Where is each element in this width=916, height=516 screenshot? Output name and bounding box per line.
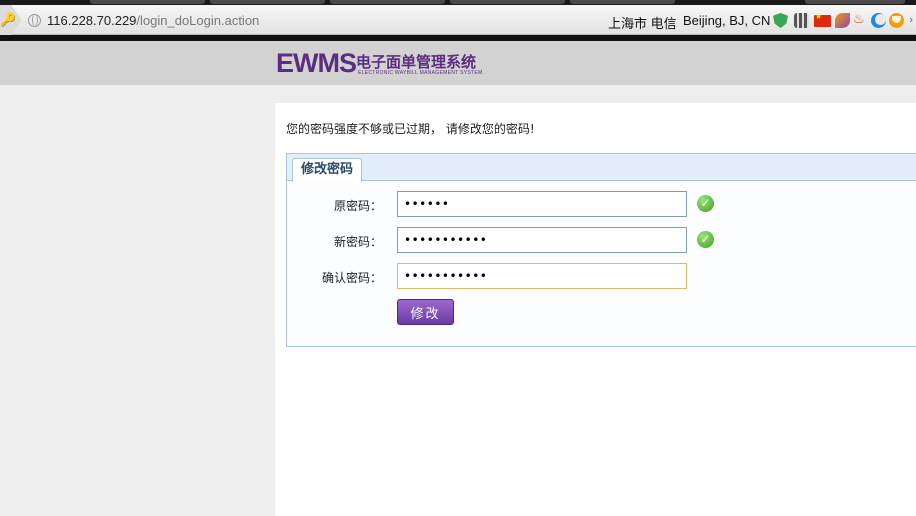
browser-tab[interactable] [450, 0, 565, 4]
site-header: EWMS 电子面单管理系统 ELECTRONIC WAYBILL MANAGEM… [0, 41, 916, 85]
flag-icon[interactable] [814, 12, 831, 27]
tab-change-password[interactable]: 修改密码 [292, 158, 363, 182]
brush-icon[interactable] [835, 13, 850, 28]
confirm-password-field[interactable] [397, 263, 687, 289]
key-icon: 🔑 [0, 13, 17, 28]
java-icon[interactable]: ♨ [853, 13, 868, 28]
confirm-password-label: 确认密码： [321, 271, 382, 285]
new-password-label: 新密码： [333, 235, 382, 249]
url-path: /login_doLogin.action [136, 13, 260, 28]
browser-tab[interactable] [90, 0, 205, 4]
check-icon: ✓ [697, 195, 714, 212]
url-host: 116.228.70.229 [47, 13, 137, 28]
fox-icon[interactable] [889, 13, 904, 28]
logo-mark: EWMS [276, 48, 357, 78]
logo-chinese-title: 电子面单管理系统 [356, 53, 477, 71]
change-password-panel: 修改密码 原密码： ✓ 新密码： ✓ 确认密码： 修改 [286, 153, 916, 347]
qr-icon[interactable] [794, 13, 809, 28]
browser-tab[interactable] [805, 0, 905, 4]
old-password-field[interactable] [397, 191, 687, 217]
old-password-label: 原密码： [333, 199, 382, 213]
browser-tab[interactable] [210, 0, 325, 4]
check-icon: ✓ [697, 231, 714, 248]
address-bar[interactable]: 🔑 116.228.70.229/login_doLogin.action 上海… [0, 5, 916, 35]
location-isp: 上海市 电信 [608, 16, 677, 31]
more-icon[interactable]: › [909, 13, 916, 28]
url-text[interactable]: 116.228.70.229/login_doLogin.action [47, 13, 259, 28]
location-geo: Beijing, BJ, CN [683, 13, 771, 28]
logo-english-title: ELECTRONIC WAYBILL MANAGEMENT SYSTEM [358, 70, 483, 76]
new-password-field[interactable] [397, 227, 687, 253]
browser-tab[interactable] [570, 0, 675, 4]
submit-button[interactable]: 修改 [397, 299, 454, 325]
shield-icon[interactable] [773, 13, 788, 28]
left-column [0, 85, 275, 516]
browser-tab[interactable] [330, 0, 445, 4]
password-expired-notice: 您的密码强度不够或已过期， 请修改您的密码! [286, 122, 535, 136]
moon-icon[interactable] [871, 13, 886, 28]
panel-header: 修改密码 [287, 154, 916, 182]
main-content: 您的密码强度不够或已过期， 请修改您的密码! 修改密码 原密码： ✓ 新密码： … [275, 103, 916, 516]
globe-icon [28, 14, 41, 27]
